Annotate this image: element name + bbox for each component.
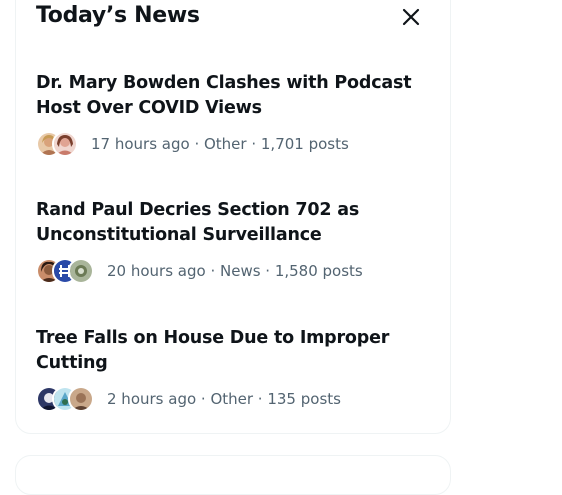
avatar-group (36, 258, 94, 284)
story-title-line: Cutting (36, 353, 108, 373)
news-story-3[interactable]: Tree Falls on House Due to Improper Cutt… (36, 326, 416, 412)
story-title: Tree Falls on House Due to Improper Cutt… (36, 326, 416, 376)
close-button[interactable] (396, 2, 426, 32)
section-title: Today’s News (36, 3, 200, 28)
story-meta: 17 hours ago · Other · 1,701 posts (91, 135, 349, 153)
story-title-line: Unconstitutional Surveillance (36, 225, 322, 245)
story-title-line: Tree Falls on House Due to Improper (36, 328, 390, 348)
story-meta-row: 20 hours ago · News · 1,580 posts (36, 258, 416, 284)
story-meta: 2 hours ago · Other · 135 posts (107, 390, 341, 408)
close-icon (402, 8, 420, 26)
story-title: Dr. Mary Bowden Clashes with Podcast Hos… (36, 71, 416, 121)
story-title-line: Host Over COVID Views (36, 98, 262, 118)
news-story-1[interactable]: Dr. Mary Bowden Clashes with Podcast Hos… (36, 71, 416, 157)
story-title-line: Dr. Mary Bowden Clashes with Podcast (36, 73, 412, 93)
avatar (52, 131, 78, 157)
story-title-line: Rand Paul Decries Section 702 as (36, 200, 360, 220)
news-story-2[interactable]: Rand Paul Decries Section 702 as Unconst… (36, 198, 416, 284)
story-meta-row: 17 hours ago · Other · 1,701 posts (36, 131, 416, 157)
next-card (15, 455, 451, 495)
avatar-group (36, 131, 78, 157)
avatar (68, 386, 94, 412)
avatar (68, 258, 94, 284)
story-meta: 20 hours ago · News · 1,580 posts (107, 262, 363, 280)
story-title: Rand Paul Decries Section 702 as Unconst… (36, 198, 416, 248)
avatar-group (36, 386, 94, 412)
story-meta-row: 2 hours ago · Other · 135 posts (36, 386, 416, 412)
